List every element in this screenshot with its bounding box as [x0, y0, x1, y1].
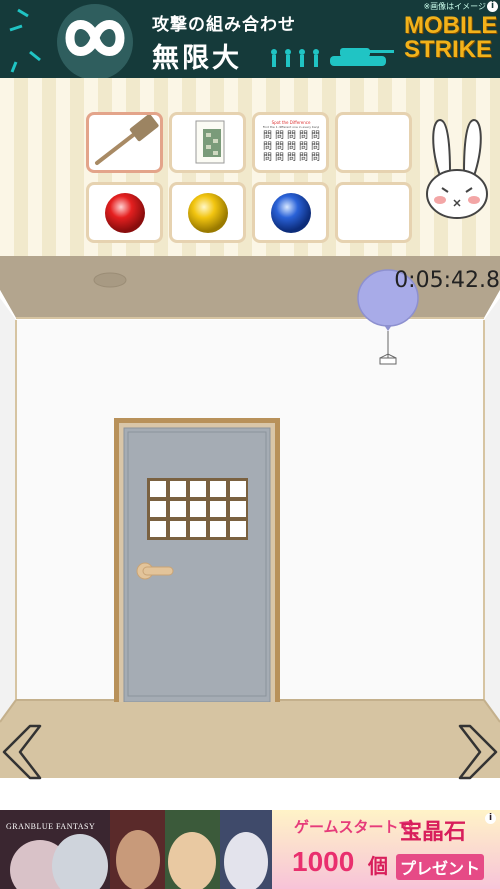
- note-kanji-grid: 問問問問問問問問問問問問問問問: [263, 131, 321, 163]
- note-kanji: 問: [311, 142, 321, 152]
- note-kanji: 問: [263, 142, 273, 152]
- door[interactable]: [114, 418, 280, 702]
- note-kanji: 問: [263, 131, 273, 141]
- bottom-ad-banner[interactable]: GRANBLUE FANTASY ゲームスタートで 宝晶石 1000 個 プレゼ…: [0, 810, 500, 889]
- nav-left-arrow-icon[interactable]: [0, 724, 42, 780]
- window-pane: [150, 501, 166, 517]
- ad-info-icon[interactable]: i: [487, 1, 498, 12]
- note-kanji: 問: [287, 131, 297, 141]
- room-scene: [0, 256, 500, 811]
- window-pane: [170, 501, 186, 517]
- window-pane: [230, 501, 246, 517]
- note-kanji: 問: [311, 131, 321, 141]
- ad-game-title: GRANBLUE FANTASY: [6, 822, 96, 831]
- note-kanji: 問: [311, 153, 321, 163]
- ad-big-text: 無限大: [152, 43, 242, 74]
- window-pane: [170, 521, 186, 537]
- window-pane: [230, 521, 246, 537]
- ad-headline: 攻撃の組み合わせ: [152, 15, 296, 35]
- hammer-icon: [95, 114, 159, 165]
- blue-ball-icon: [271, 193, 311, 233]
- inventory-slot-panel[interactable]: [169, 112, 246, 173]
- window-pane: [210, 481, 226, 497]
- window-pane: [210, 501, 226, 517]
- ad-disclaimer: ※画像はイメージ: [423, 2, 486, 11]
- inventory-slot-yellow-ball[interactable]: [169, 182, 246, 243]
- note-kanji: 問: [299, 142, 309, 152]
- note-kanji: 問: [275, 142, 285, 152]
- window-pane: [170, 481, 186, 497]
- note-kanji: 問: [263, 153, 273, 163]
- tank-icon: [271, 48, 394, 67]
- panel-card-icon: [195, 120, 225, 164]
- door-window[interactable]: [147, 478, 248, 540]
- red-ball-icon: [105, 193, 145, 233]
- inventory-slot-blue-ball[interactable]: [252, 182, 329, 243]
- window-pane: [190, 521, 206, 537]
- ad-brand: MOBILE STRIKE: [404, 12, 498, 63]
- rabbit-mascot-icon[interactable]: [422, 116, 492, 220]
- inventory-slot-hammer[interactable]: [86, 112, 163, 173]
- inventory-slot-empty-1[interactable]: [335, 112, 412, 173]
- note-kanji: 問: [287, 153, 297, 163]
- note-kanji: 問: [275, 153, 285, 163]
- top-ad-banner[interactable]: 攻撃の組み合わせ 無限大 MOBILE STRIKE ※画像はイメージ i: [0, 0, 500, 78]
- inventory-panel: Spot the Difference Find the 1 different…: [0, 78, 500, 256]
- window-pane: [190, 501, 206, 517]
- elapsed-timer: 0:05:42.8: [394, 268, 500, 293]
- note-subtitle: Find the 1 different one in every Kanji: [262, 125, 320, 129]
- note-kanji: 問: [287, 142, 297, 152]
- note-kanji: 問: [299, 153, 309, 163]
- inventory-slot-red-ball[interactable]: [86, 182, 163, 243]
- ad-info-icon[interactable]: i: [485, 813, 496, 824]
- window-pane: [230, 481, 246, 497]
- ad-logo-art: [9, 4, 133, 78]
- inventory-slot-note[interactable]: Spot the Difference Find the 1 different…: [252, 112, 329, 173]
- window-pane: [150, 481, 166, 497]
- inventory-slot-empty-2[interactable]: [335, 182, 412, 243]
- window-pane: [190, 481, 206, 497]
- window-pane: [210, 521, 226, 537]
- yellow-ball-icon: [188, 193, 228, 233]
- note-kanji: 問: [299, 131, 309, 141]
- window-pane: [150, 521, 166, 537]
- nav-right-arrow-icon[interactable]: [458, 724, 500, 780]
- note-kanji: 問: [275, 131, 285, 141]
- ad-promo: ゲームスタートで 宝晶石 1000 個 プレゼント: [272, 810, 500, 889]
